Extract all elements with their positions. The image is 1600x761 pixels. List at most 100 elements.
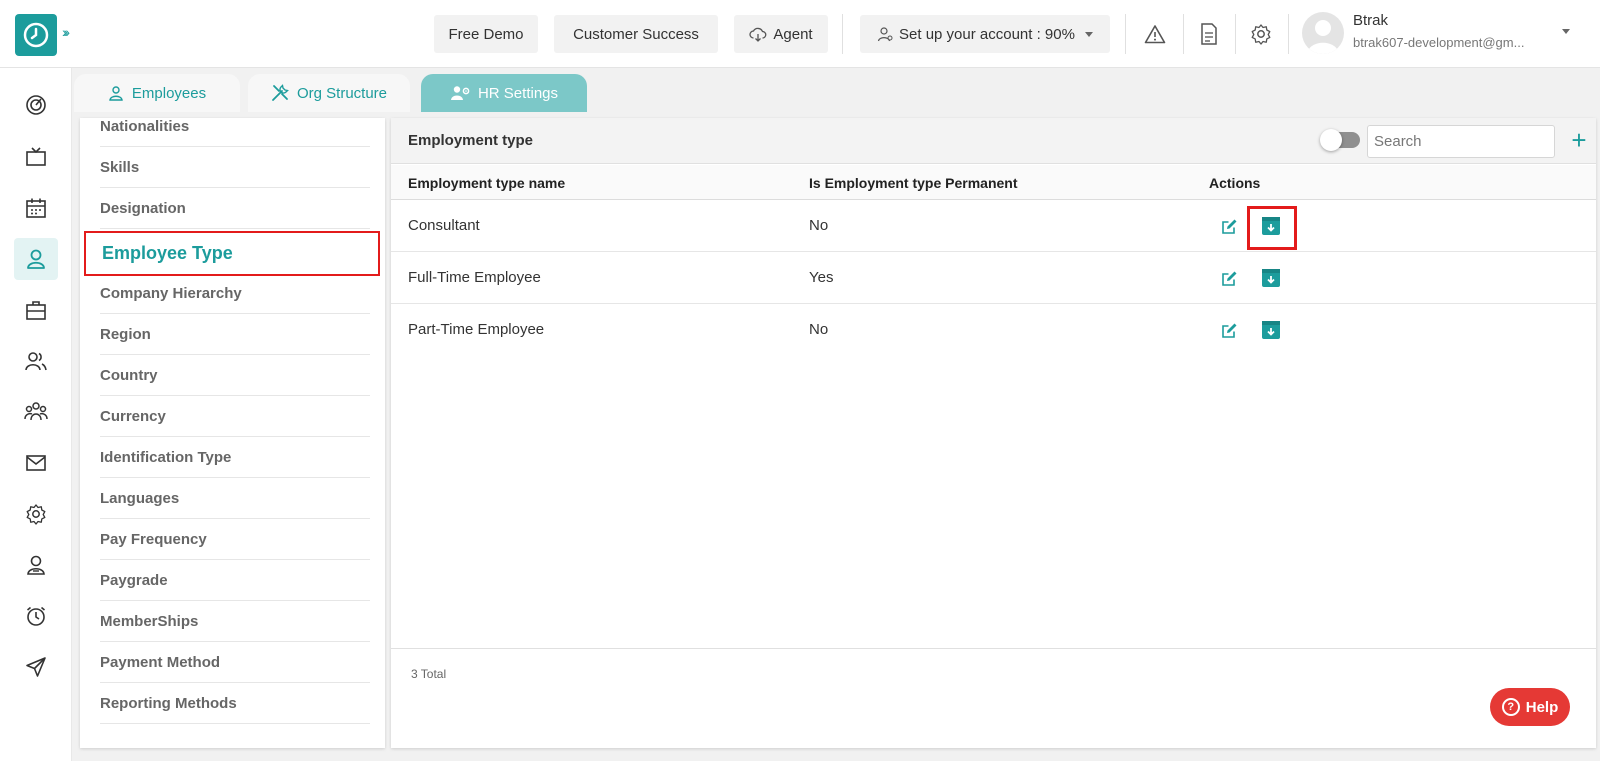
employment-type-panel: Employment type + Employment type name I… bbox=[391, 118, 1596, 748]
app-logo-icon[interactable] bbox=[15, 14, 57, 56]
alarm-clock-icon[interactable] bbox=[14, 595, 58, 637]
settings-item-region[interactable]: Region bbox=[100, 314, 370, 355]
column-header-name[interactable]: Employment type name bbox=[408, 175, 565, 191]
toggle-knob bbox=[1320, 129, 1342, 151]
caret-down-icon bbox=[1084, 31, 1093, 37]
divider bbox=[1288, 14, 1289, 54]
cloud-download-icon bbox=[749, 27, 767, 42]
archive-icon[interactable] bbox=[1261, 216, 1281, 236]
settings-item-languages[interactable]: Languages bbox=[100, 478, 370, 519]
table-row: Part-Time Employee No bbox=[391, 304, 1596, 356]
settings-item-currency[interactable]: Currency bbox=[100, 396, 370, 437]
edit-icon[interactable] bbox=[1219, 320, 1239, 340]
question-icon: ? bbox=[1501, 698, 1520, 716]
divider bbox=[1125, 14, 1126, 54]
settings-item-label: Region bbox=[100, 325, 151, 343]
tv-icon[interactable] bbox=[14, 136, 58, 178]
tab-org-structure[interactable]: Org Structure bbox=[248, 74, 410, 112]
settings-item-nationalities[interactable]: Nationalities bbox=[100, 118, 370, 147]
settings-item-pay-frequency[interactable]: Pay Frequency bbox=[100, 519, 370, 560]
is-permanent-value: No bbox=[809, 321, 829, 338]
user-menu-caret-icon[interactable] bbox=[1562, 29, 1570, 34]
tab-org-structure-label: Org Structure bbox=[296, 84, 388, 102]
settings-gear-icon[interactable] bbox=[1249, 22, 1273, 46]
settings-item-label: Nationalities bbox=[100, 118, 190, 135]
warning-icon[interactable] bbox=[1143, 22, 1167, 46]
settings-item-label: Employee Type bbox=[102, 243, 233, 263]
agent-label: Agent bbox=[773, 25, 813, 43]
profile-badge-icon[interactable] bbox=[14, 544, 58, 586]
settings-item-label: Country bbox=[100, 366, 158, 384]
column-header-permanent[interactable]: Is Employment type Permanent bbox=[809, 175, 1018, 191]
setup-account-label: Set up your account : 90% bbox=[899, 25, 1075, 43]
customer-success-button[interactable]: Customer Success bbox=[554, 15, 718, 53]
briefcase-icon[interactable] bbox=[14, 289, 58, 331]
archive-icon[interactable] bbox=[1261, 268, 1281, 288]
settings-item-label: Skills bbox=[100, 158, 140, 176]
free-demo-button[interactable]: Free Demo bbox=[434, 15, 538, 53]
panel-header: Employment type + bbox=[391, 118, 1596, 164]
settings-icon[interactable] bbox=[14, 493, 58, 535]
edit-icon[interactable] bbox=[1219, 216, 1239, 236]
search-input[interactable] bbox=[1367, 125, 1555, 158]
users-icon[interactable] bbox=[14, 340, 58, 382]
user-setup-icon bbox=[877, 27, 893, 42]
tab-hr-settings-label: HR Settings bbox=[477, 84, 559, 102]
settings-item-paygrade[interactable]: Paygrade bbox=[100, 560, 370, 601]
table-row: Consultant No bbox=[391, 200, 1596, 252]
free-demo-label: Free Demo bbox=[448, 25, 524, 43]
dashboard-icon[interactable] bbox=[14, 84, 58, 126]
document-icon[interactable] bbox=[1197, 22, 1221, 46]
settings-item-memberships[interactable]: MemberShips bbox=[100, 601, 370, 642]
tab-employees-label: Employees bbox=[131, 84, 207, 102]
help-label: Help bbox=[1525, 698, 1559, 716]
settings-item-label: Languages bbox=[100, 489, 180, 507]
settings-item-skills[interactable]: Skills bbox=[100, 147, 370, 188]
divider bbox=[1183, 14, 1184, 54]
team-icon[interactable] bbox=[14, 391, 58, 433]
settings-item-label: Designation bbox=[100, 199, 186, 217]
mail-icon[interactable] bbox=[14, 442, 58, 484]
panel-title: Employment type bbox=[408, 132, 534, 149]
user-avatar[interactable] bbox=[1302, 12, 1344, 54]
agent-button[interactable]: Agent bbox=[734, 15, 828, 53]
send-icon[interactable] bbox=[14, 646, 58, 688]
panel-footer: 3 Total bbox=[391, 648, 1596, 748]
settings-item-payment-method[interactable]: Payment Method bbox=[100, 642, 370, 683]
settings-item-label: Paygrade bbox=[100, 571, 168, 589]
user-email: btrak607-development@gm... bbox=[1353, 35, 1525, 50]
settings-item-country[interactable]: Country bbox=[100, 355, 370, 396]
setup-account-dropdown[interactable]: Set up your account : 90% bbox=[860, 15, 1110, 53]
is-permanent-value: No bbox=[809, 217, 829, 234]
left-navigation bbox=[0, 68, 72, 761]
divider bbox=[842, 14, 843, 54]
settings-item-reporting-methods[interactable]: Reporting Methods bbox=[100, 683, 370, 724]
settings-item-identification-type[interactable]: Identification Type bbox=[100, 437, 370, 478]
settings-item-company-hierarchy[interactable]: Company Hierarchy bbox=[100, 273, 370, 314]
settings-item-label: Currency bbox=[100, 407, 166, 425]
user-icon bbox=[109, 86, 123, 101]
archive-icon[interactable] bbox=[1261, 320, 1281, 340]
settings-item-label: Pay Frequency bbox=[100, 530, 207, 548]
settings-item-employee-type[interactable]: Employee Type bbox=[84, 231, 380, 276]
tab-hr-settings[interactable]: HR Settings bbox=[421, 74, 587, 112]
employee-user-icon[interactable] bbox=[14, 238, 58, 280]
settings-item-label: Payment Method bbox=[100, 653, 221, 671]
tab-employees[interactable]: Employees bbox=[74, 74, 240, 112]
table-row: Full-Time Employee Yes bbox=[391, 252, 1596, 304]
customer-success-label: Customer Success bbox=[573, 25, 699, 43]
archive-toggle[interactable] bbox=[1320, 129, 1360, 151]
edit-icon[interactable] bbox=[1219, 268, 1239, 288]
user-name: Btrak bbox=[1353, 12, 1389, 29]
help-button[interactable]: ? Help bbox=[1490, 688, 1570, 726]
employment-type-name: Consultant bbox=[408, 217, 480, 234]
settings-item-label: MemberShips bbox=[100, 612, 199, 630]
add-button[interactable]: + bbox=[1566, 125, 1592, 155]
settings-item-label: Reporting Methods bbox=[100, 694, 237, 712]
expand-menu-icon[interactable]: ››› bbox=[62, 24, 70, 40]
settings-item-designation[interactable]: Designation bbox=[100, 188, 370, 229]
settings-item-label: Company Hierarchy bbox=[100, 284, 242, 302]
tools-icon bbox=[272, 84, 289, 101]
top-bar: ››› Free Demo Customer Success Agent Set… bbox=[0, 0, 1600, 68]
calendar-icon[interactable] bbox=[14, 187, 58, 229]
